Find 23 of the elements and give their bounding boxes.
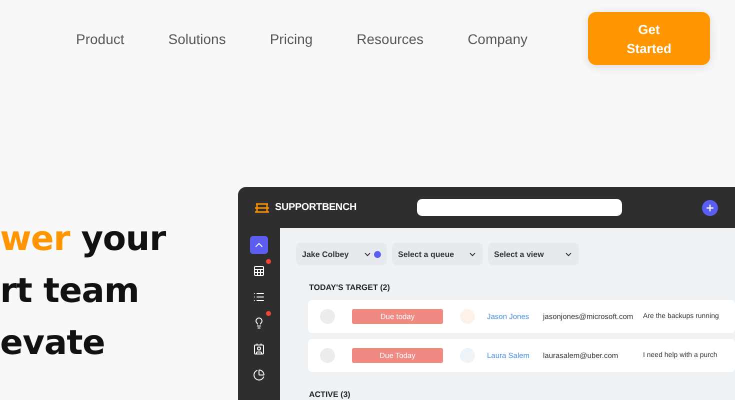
- headline-line: rt team: [0, 270, 140, 313]
- brand-name: SUPPORTBENCH: [275, 202, 358, 213]
- filter-dropdown[interactable]: Jake Colbey: [296, 243, 387, 265]
- pie-chart-icon: [253, 369, 265, 381]
- contact-card-icon: [253, 343, 265, 355]
- nav-link[interactable]: Product: [76, 30, 124, 46]
- sidebar-item[interactable]: [250, 236, 268, 254]
- headline-line: wer your: [0, 218, 167, 261]
- lightbulb-icon: [253, 317, 265, 329]
- nav-link[interactable]: Pricing: [270, 30, 313, 46]
- plus-icon: [705, 202, 715, 212]
- nav-link[interactable]: Company: [468, 30, 528, 46]
- bench-logo-icon: [254, 202, 270, 212]
- section-title: ACTIVE (3): [309, 390, 352, 399]
- headline-line: evate: [0, 322, 106, 365]
- add-button[interactable]: [702, 200, 718, 216]
- nav-link[interactable]: Solutions: [168, 30, 226, 46]
- filter-dropdown[interactable]: Select a view: [488, 243, 579, 265]
- search-field[interactable]: [417, 199, 622, 216]
- filter-dropdown[interactable]: Select a queue: [392, 243, 483, 265]
- table-icon: [253, 265, 265, 277]
- section-title: TODAY'S TARGET (2): [309, 283, 391, 292]
- nav-link[interactable]: Resources: [356, 30, 424, 46]
